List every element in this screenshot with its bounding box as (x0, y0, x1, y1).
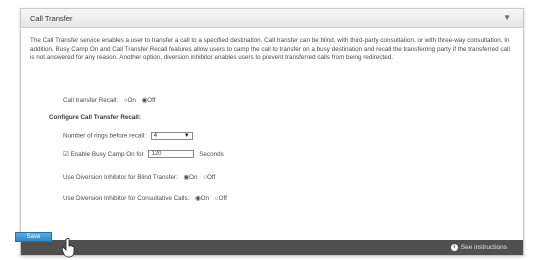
configure-heading: Configure Call Transfer Recall: (49, 114, 142, 121)
busy-camp-seconds-input[interactable]: 120 (148, 150, 195, 159)
recall-on-radio[interactable]: ○On (124, 97, 136, 104)
busy-camp-row: ☑ Enable Busy Camp On for 120 Seconds (63, 150, 224, 159)
rings-row: Number of rings before recall: 4 ▼ (63, 132, 193, 140)
rings-dropdown[interactable]: 4 ▼ (150, 132, 193, 140)
dropdown-arrow-icon: ▼ (183, 133, 190, 139)
rings-value: 4 (153, 133, 158, 139)
blind-transfer-row: Use Diversion Inhibitor for Blind Transf… (63, 174, 215, 181)
save-button[interactable]: Save (15, 232, 52, 242)
recall-off-radio[interactable]: ◉Off (142, 97, 156, 104)
busy-camp-label: Enable Busy Camp On for (70, 151, 144, 158)
blind-off-radio[interactable]: ○Off (203, 174, 215, 181)
call-transfer-panel: Call Transfer ▼ The Call Transfer servic… (20, 8, 524, 256)
service-description: The Call Transfer service enables a user… (30, 37, 510, 62)
hand-cursor-icon (62, 238, 75, 258)
recall-label: Call transfer Recall: (63, 97, 118, 104)
blind-transfer-label: Use Diversion Inhibitor for Blind Transf… (63, 174, 178, 181)
consultative-off-radio[interactable]: ○Off (215, 195, 227, 202)
chevron-down-icon[interactable]: ▼ (503, 13, 511, 22)
panel-footer: i See instructions (21, 240, 523, 255)
panel-title: Call Transfer (30, 14, 73, 23)
panel-header[interactable]: Call Transfer ▼ (21, 9, 523, 28)
consultative-row: Use Diversion Inhibitor for Consultative… (63, 195, 227, 202)
consultative-label: Use Diversion Inhibitor for Consultative… (63, 195, 190, 202)
rings-label: Number of rings before recall: (63, 132, 146, 140)
see-instructions-link[interactable]: i See instructions (450, 244, 507, 251)
blind-on-radio[interactable]: ◉On (184, 174, 198, 181)
busy-camp-checkbox[interactable]: ☑ (63, 150, 69, 158)
info-icon: i (450, 244, 458, 251)
recall-row: Call transfer Recall: ○On ◉Off (63, 97, 155, 104)
consultative-on-radio[interactable]: ◉On (195, 195, 209, 202)
seconds-label: Seconds (199, 151, 224, 158)
